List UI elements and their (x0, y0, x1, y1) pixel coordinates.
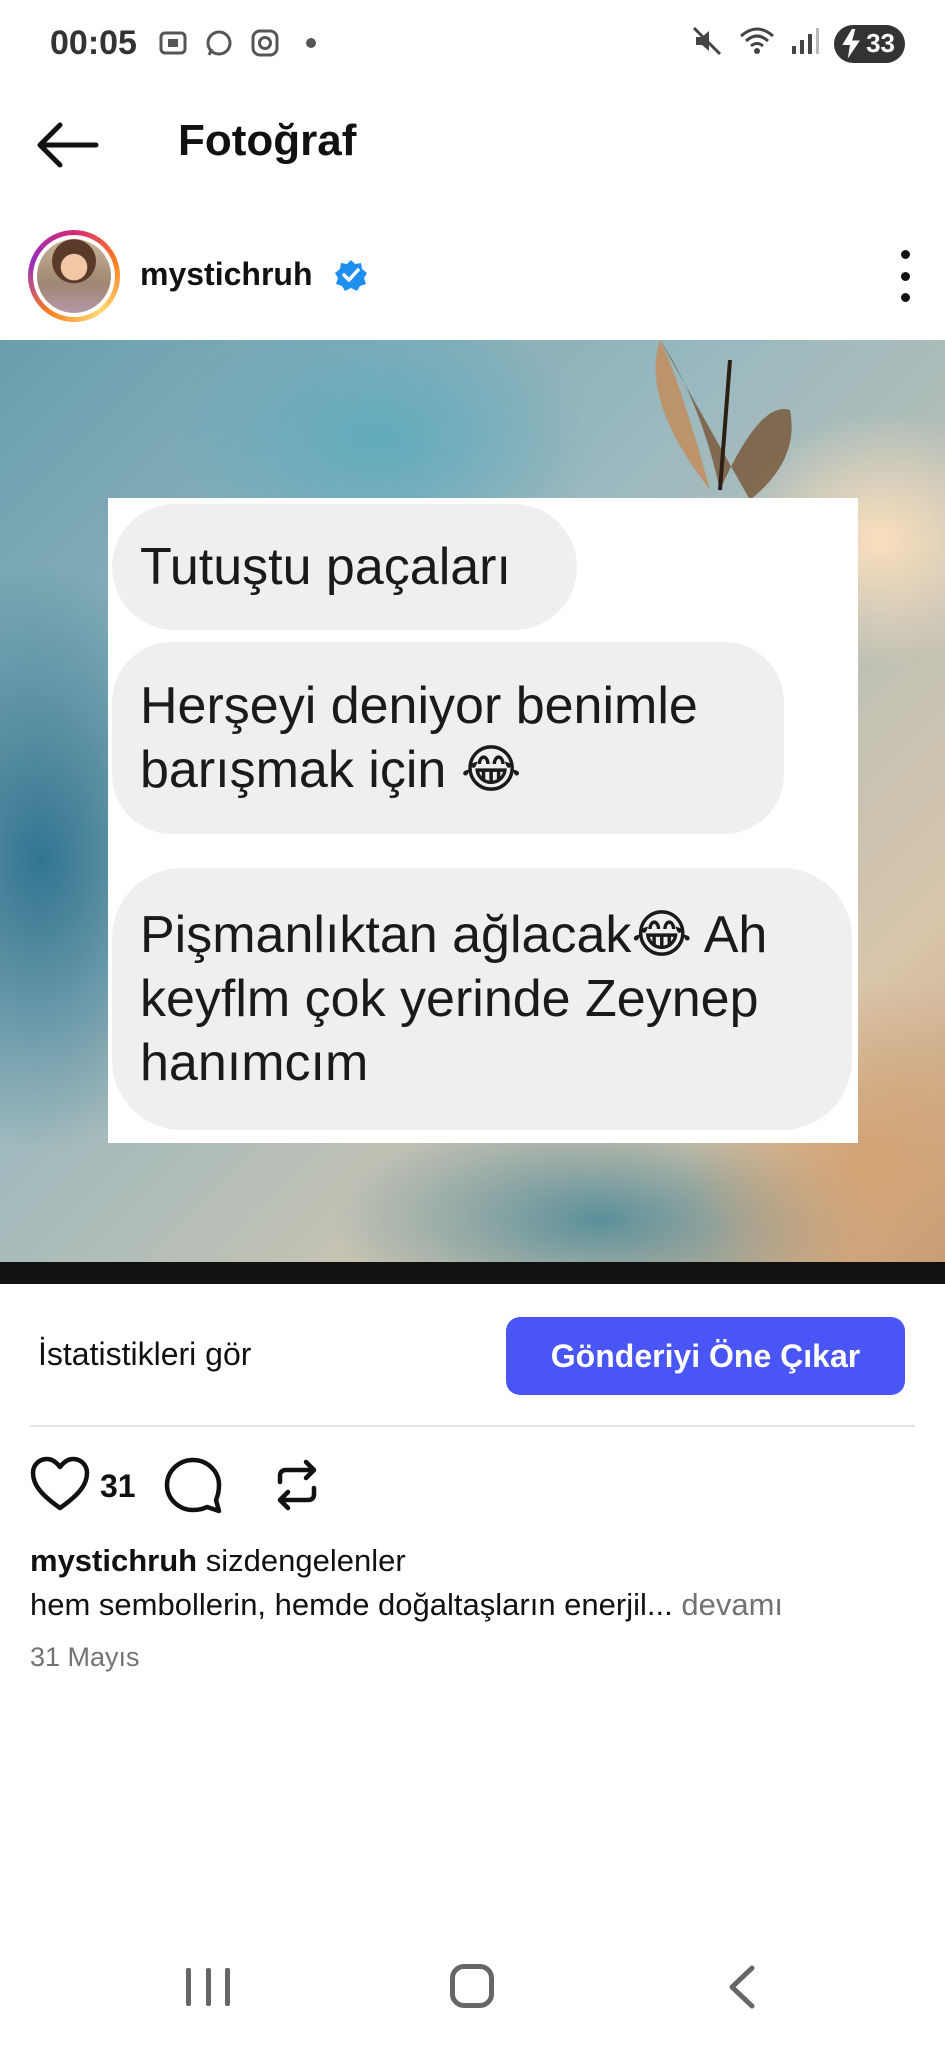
instagram-icon (248, 26, 282, 60)
chat-message: Pişmanlıktan ağlacak😂 Ah keyflm çok yeri… (140, 906, 768, 1092)
verified-icon (335, 260, 367, 291)
post-author-row: mystichruh (0, 228, 945, 324)
reaction-row: 31 (0, 1450, 945, 1520)
chat-bubble: Herşeyi deniyor benimle barışmak için 😂 (112, 642, 784, 834)
repost-icon (277, 1459, 317, 1511)
system-status: 33 (690, 24, 905, 63)
caption-body: hem sembollerin, hemde doğaltaşların ene… (30, 1582, 910, 1628)
chevron-left-icon (729, 1965, 755, 2009)
comment-icon (164, 1457, 222, 1514)
chat-message: Tutuştu paçaları (140, 538, 511, 596)
butterfly-image (655, 340, 792, 500)
caption-text: hem sembollerin, hemde doğaltaşların ene… (30, 1587, 673, 1622)
signal-icon (790, 24, 820, 63)
battery-indicator: 33 (834, 24, 905, 63)
home-button[interactable] (450, 1964, 494, 2008)
back-arrow-icon (37, 122, 99, 168)
caption-more-link[interactable]: devamı (681, 1587, 783, 1622)
view-insights-link[interactable]: İstatistikleri gör (38, 1336, 251, 1373)
repost-button[interactable] (268, 1456, 326, 1514)
divider (30, 1425, 915, 1427)
system-nav-bar (0, 1940, 945, 2040)
chat-screenshot: Tutuştu paçaları Herşeyi deniyor benimle… (108, 498, 858, 1143)
screenshot-icon (156, 26, 190, 60)
system-back-button[interactable] (722, 1964, 762, 2010)
mute-icon (690, 24, 724, 63)
header: Fotoğraf (0, 100, 945, 190)
charging-icon (842, 28, 860, 59)
battery-level: 33 (866, 28, 895, 58)
recent-apps-button[interactable] (186, 1968, 230, 2008)
dot-icon (294, 26, 328, 60)
post-caption: mystichruh sizdengelenler hem sembolleri… (30, 1540, 910, 1628)
post-date: 31 Mayıs (30, 1642, 140, 1672)
comment-button[interactable] (164, 1456, 222, 1514)
author-username[interactable]: mystichruh (140, 256, 312, 293)
chat-bubble: Tutuştu paçaları (112, 504, 577, 630)
status-time: 00:05 (50, 24, 137, 62)
more-vertical-icon (900, 250, 910, 259)
avatar[interactable] (28, 230, 120, 322)
like-count: 31 (100, 1468, 136, 1504)
whatsapp-icon (202, 26, 236, 60)
image-bottom-bar (0, 1262, 945, 1284)
caption-header: mystichruh sizdengelenler (30, 1540, 910, 1582)
caption-username[interactable]: mystichruh (30, 1543, 197, 1578)
status-bar: 00:05 33 (0, 0, 945, 90)
page-title: Fotoğraf (178, 116, 357, 165)
boost-post-button[interactable]: Gönderiyi Öne Çıkar (506, 1317, 905, 1395)
chat-bubble: Pişmanlıktan ağlacak😂 Ah keyflm çok yeri… (112, 868, 852, 1130)
like-button[interactable] (30, 1456, 90, 1512)
heart-icon (30, 1456, 90, 1511)
chat-message: Herşeyi deniyor benimle barışmak için 😂 (140, 677, 698, 799)
post-image[interactable]: Tutuştu paçaları Herşeyi deniyor benimle… (0, 340, 945, 1284)
post-actions: İstatistikleri gör Gönderiyi Öne Çıkar (0, 1310, 945, 1410)
back-button[interactable] (36, 120, 100, 170)
notification-icons (156, 26, 328, 60)
caption-first-line: sizdengelenler (205, 1543, 406, 1578)
more-options-button[interactable] (893, 250, 917, 302)
wifi-icon (738, 24, 776, 63)
